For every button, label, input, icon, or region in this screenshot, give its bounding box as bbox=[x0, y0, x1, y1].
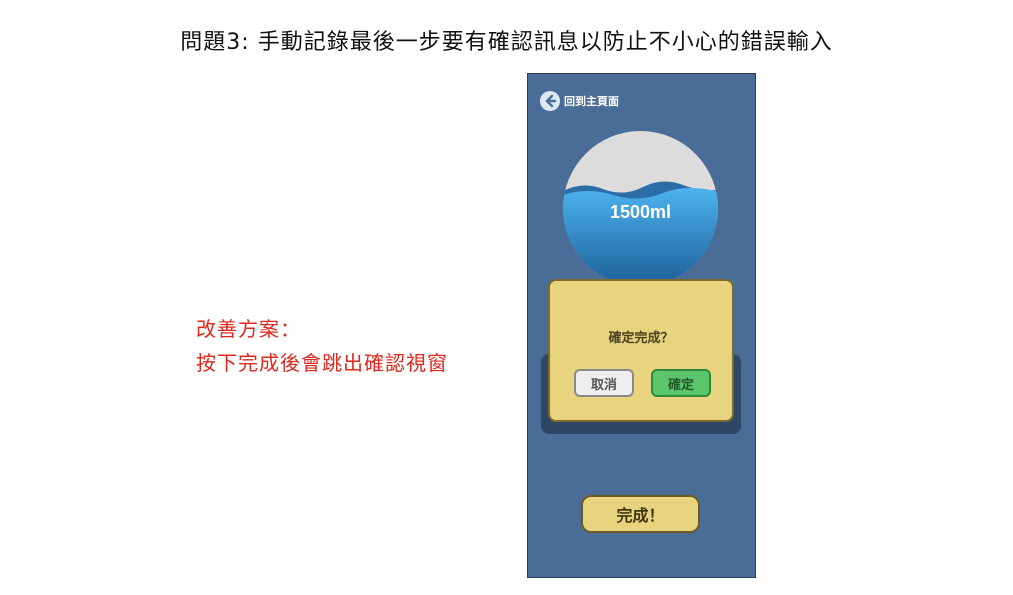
back-label: 回到主頁面 bbox=[564, 95, 619, 108]
confirm-dialog: 確定完成？ 取消 確定 bbox=[548, 279, 734, 422]
improvement-text: 按下完成後會跳出確認視窗 bbox=[196, 351, 448, 375]
water-amount: 1500ml bbox=[609, 202, 672, 222]
phone-screen: 回到主頁面 1500ml 確定完成？ 取消 確定 完成！ bbox=[527, 73, 756, 578]
confirm-button[interactable]: 確定 bbox=[651, 369, 711, 397]
slide-title: 問題3: 手動記錄最後一步要有確認訊息以防止不小心的錯誤輸入 bbox=[180, 30, 833, 55]
improvement-note: 改善方案： 按下完成後會跳出確認視窗 bbox=[196, 312, 448, 380]
arrow-left-icon bbox=[540, 91, 560, 111]
back-to-home-button[interactable]: 回到主頁面 bbox=[540, 91, 619, 111]
improvement-heading: 改善方案： bbox=[196, 317, 301, 341]
done-button[interactable]: 完成！ bbox=[581, 495, 700, 533]
cancel-button[interactable]: 取消 bbox=[574, 369, 634, 397]
dialog-message: 確定完成？ bbox=[608, 331, 674, 346]
